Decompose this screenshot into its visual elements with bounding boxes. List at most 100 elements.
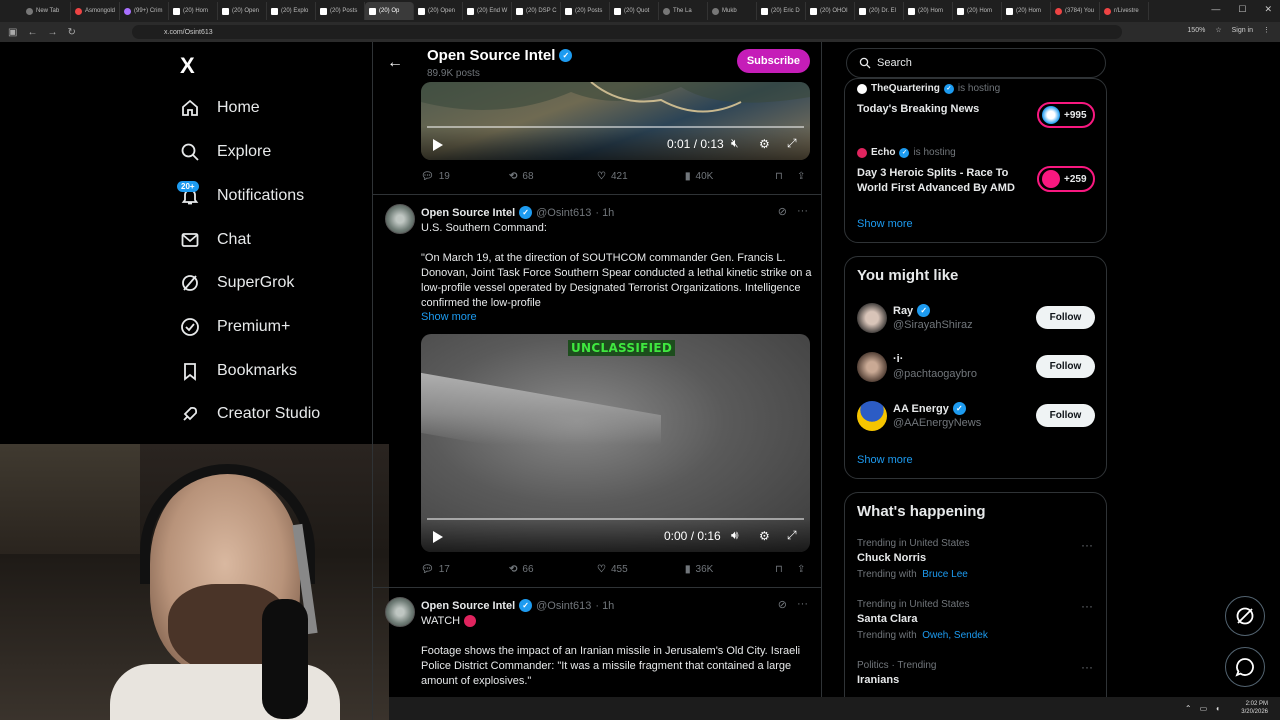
play-icon[interactable] — [433, 531, 443, 543]
forward-arrow-icon[interactable]: → — [47, 27, 57, 38]
x-logo[interactable]: X — [180, 53, 195, 79]
follow-button[interactable]: Follow — [1036, 404, 1095, 427]
search-input[interactable]: Search — [846, 48, 1106, 78]
browser-tab[interactable]: (20) Posts — [316, 2, 365, 20]
more-icon[interactable]: ··· — [1081, 538, 1093, 552]
show-more-link[interactable]: Show more — [421, 311, 477, 323]
browser-tab[interactable]: Asmongold — [71, 2, 120, 20]
space-listeners[interactable]: +259 — [1037, 166, 1095, 192]
grok-icon[interactable]: ⊘ — [778, 205, 787, 218]
browser-tab[interactable]: Mukb — [708, 2, 757, 20]
maximize-icon[interactable]: ☐ — [1238, 4, 1246, 15]
settings-gear-icon[interactable]: ⚙ — [759, 529, 770, 543]
network-icon[interactable]: ▭ — [1200, 704, 1208, 713]
user-name[interactable]: Ray ✓ — [893, 304, 931, 317]
sidebar-item-creator-studio[interactable]: Creator Studio — [180, 404, 320, 424]
sidebar-item-supergrok[interactable]: SuperGrok — [180, 273, 294, 293]
tweet-time[interactable]: · 1h — [595, 207, 614, 219]
more-icon[interactable]: ··· — [797, 598, 808, 611]
volume-icon[interactable]: ◖ — [1215, 704, 1220, 713]
mute-icon[interactable]: 🔇︎ — [731, 136, 739, 151]
browser-tab[interactable]: (20) Hom — [953, 2, 1002, 20]
tweet-handle[interactable]: @Osint613 — [536, 600, 591, 612]
bookmark-star-icon[interactable]: ☆ — [1215, 26, 1221, 34]
trend-name[interactable]: Santa Clara — [857, 613, 918, 625]
reload-icon[interactable]: ↻ — [67, 27, 75, 38]
views-button[interactable]: ▮ 40K — [685, 171, 713, 182]
bookmark-icon[interactable]: ⊓ — [775, 171, 783, 182]
show-more-link[interactable]: Show more — [857, 454, 913, 466]
like-button[interactable]: ♡ 455 — [597, 564, 628, 575]
browser-tab[interactable]: New Tab — [22, 2, 71, 20]
browser-tab[interactable]: (20) End W — [463, 2, 512, 20]
show-more-link[interactable]: Show more — [857, 218, 913, 230]
user-handle[interactable]: @SirayahShiraz — [893, 319, 973, 331]
sidebar-item-bookmarks[interactable]: Bookmarks — [180, 361, 297, 381]
browser-tab[interactable]: (20) Posts — [561, 2, 610, 20]
follow-button[interactable]: Follow — [1036, 306, 1095, 329]
grok-icon[interactable]: ⊘ — [778, 598, 787, 611]
space-title[interactable]: Day 3 Heroic Splits - Race To World Firs… — [857, 166, 1032, 196]
avatar[interactable] — [857, 352, 887, 382]
user-handle[interactable]: @pachtaogaybro — [893, 368, 977, 380]
browser-tab[interactable]: (20) Quot — [610, 2, 659, 20]
browser-tab[interactable]: (3784) You — [1051, 2, 1100, 20]
browser-tab[interactable]: (20) Dr. El — [855, 2, 904, 20]
more-icon[interactable]: ··· — [1081, 660, 1093, 674]
share-icon[interactable]: ⇪ — [797, 564, 805, 575]
tweet-handle[interactable]: @Osint613 — [536, 207, 591, 219]
browser-tab[interactable]: (20) Eric D — [757, 2, 806, 20]
browser-tab[interactable]: (20) OHOI — [806, 2, 855, 20]
browser-tab[interactable]: (20) Hom — [904, 2, 953, 20]
trend-name[interactable]: Iranians — [857, 674, 899, 686]
play-icon[interactable] — [433, 139, 443, 151]
browser-tab[interactable]: (99+) Crim — [120, 2, 169, 20]
chevron-up-icon[interactable]: ⌃ — [1185, 704, 1192, 713]
browser-tab[interactable]: The La — [659, 2, 708, 20]
grok-floating-button[interactable] — [1225, 596, 1265, 636]
trend-name[interactable]: Chuck Norris — [857, 552, 926, 564]
user-handle[interactable]: @AAEnergyNews — [893, 417, 981, 429]
back-arrow-icon[interactable]: ← — [27, 27, 37, 38]
browser-tab[interactable]: (20) Open — [218, 2, 267, 20]
subscribe-button[interactable]: Subscribe — [736, 49, 810, 73]
sidebar-item-chat[interactable]: Chat — [180, 230, 251, 250]
reply-button[interactable]: 💬︎ 17 — [421, 564, 450, 575]
sidebar-toggle-icon[interactable]: ▣ — [8, 27, 17, 38]
user-name[interactable]: ·i· — [893, 353, 903, 365]
video-player-strike[interactable]: UNCLASSIFIED 0:00 / 0:16 🔊︎ ⚙ ⤢ — [421, 334, 810, 552]
tweet-author[interactable]: Open Source Intel — [421, 600, 515, 612]
tweet-time[interactable]: · 1h — [595, 600, 614, 612]
fullscreen-icon[interactable]: ⤢ — [787, 136, 797, 151]
tweet-author[interactable]: Open Source Intel — [421, 207, 515, 219]
browser-tab[interactable]: (20) Explo — [267, 2, 316, 20]
video-player-map[interactable]: 0:01 / 0:13 🔇︎ ⚙ ⤢ — [421, 82, 810, 160]
back-arrow-icon[interactable]: ← — [387, 54, 403, 72]
clock[interactable]: 2:02 PM 3/20/2026 — [1241, 700, 1268, 716]
browser-tab[interactable]: (20) Op — [365, 2, 414, 20]
like-button[interactable]: ♡ 421 — [597, 171, 628, 182]
reply-button[interactable]: 💬︎ 19 — [421, 171, 450, 182]
more-icon[interactable]: ··· — [797, 205, 808, 218]
fullscreen-icon[interactable]: ⤢ — [787, 528, 797, 543]
browser-tab[interactable]: (20) DSP C — [512, 2, 561, 20]
share-icon[interactable]: ⇪ — [797, 171, 805, 182]
browser-tab[interactable]: (20) Hom — [1002, 2, 1051, 20]
space-title[interactable]: Today's Breaking News — [857, 102, 1032, 117]
space-host[interactable]: TheQuartering ✓ is hosting — [857, 83, 1000, 94]
space-listeners[interactable]: +995 — [1037, 102, 1095, 128]
menu-icon[interactable]: ⋮ — [1263, 26, 1270, 34]
browser-tab[interactable]: (20) Hom — [169, 2, 218, 20]
views-button[interactable]: ▮ 36K — [685, 564, 713, 575]
sidebar-item-notifications[interactable]: Notifications — [180, 186, 304, 206]
follow-button[interactable]: Follow — [1036, 355, 1095, 378]
avatar[interactable] — [857, 303, 887, 333]
repost-button[interactable]: ⟲ 66 — [509, 564, 534, 575]
zoom-level[interactable]: 150% — [1187, 27, 1205, 34]
minimize-icon[interactable]: — — [1211, 4, 1220, 15]
repost-button[interactable]: ⟲ 68 — [509, 171, 534, 182]
volume-icon[interactable]: 🔊︎ — [731, 528, 739, 543]
avatar[interactable] — [385, 204, 415, 234]
sidebar-item-home[interactable]: Home — [180, 98, 260, 118]
browser-tab[interactable]: (20) Open — [414, 2, 463, 20]
